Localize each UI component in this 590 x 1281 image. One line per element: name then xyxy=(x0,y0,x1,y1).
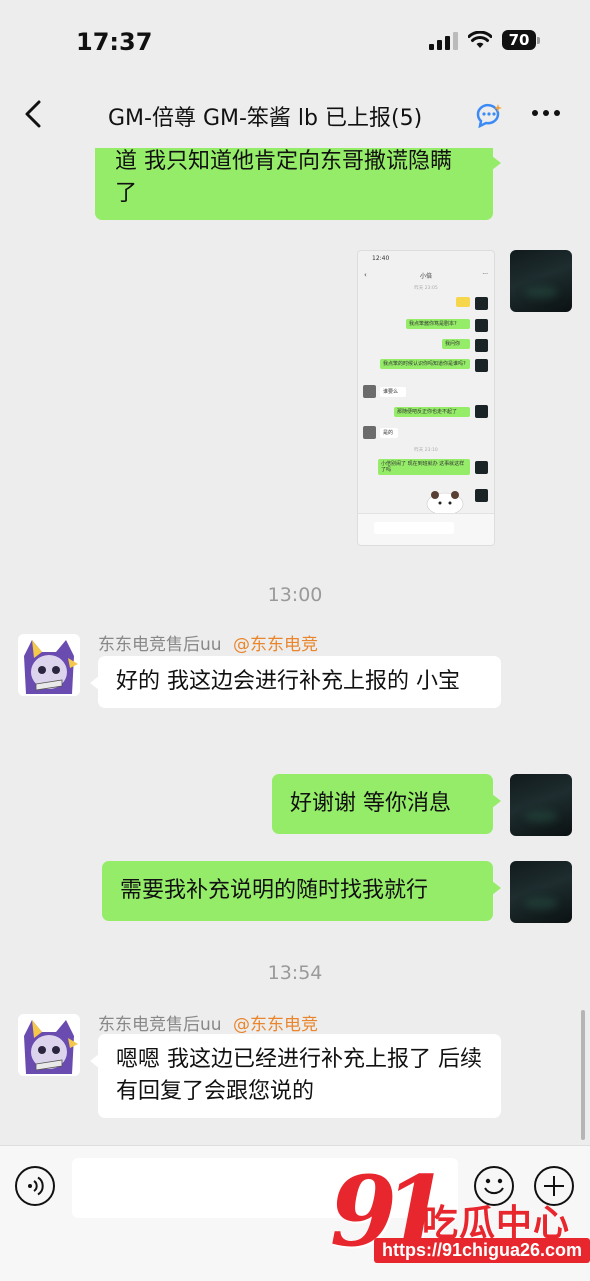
scrollbar[interactable] xyxy=(581,1010,585,1140)
more-options-icon[interactable] xyxy=(532,110,560,116)
message-timestamp: 13:00 xyxy=(267,584,323,606)
shot-bubble: 我点笨酱你笃是剧本? xyxy=(406,319,470,329)
watermark: 91 吃瓜中心 https://91chigua26.com xyxy=(330,1162,590,1280)
shot-bubble: 那随便吧反正你也走不起了 xyxy=(394,407,470,417)
message-text: 嗯嗯 我这边已经进行补充上报了 后续有回复了会跟您说的 xyxy=(116,1047,482,1104)
message-text: 道 我只知道他肯定向东哥撒谎隐瞒了 xyxy=(115,149,452,206)
shot-clock: 12:40 xyxy=(372,255,390,262)
message-bubble-incoming[interactable]: 嗯嗯 我这边已经进行补充上报了 后续有回复了会跟您说的 xyxy=(90,1034,501,1118)
watermark-url: https://91chigua26.com xyxy=(374,1238,590,1263)
shot-bubble: 我点笨的时候认识你吗知道你是谁吗? xyxy=(380,359,470,369)
voice-icon xyxy=(28,1176,44,1196)
my-avatar[interactable] xyxy=(510,774,572,836)
shot-bubble: 是的 xyxy=(380,428,398,438)
battery-icon: 70 xyxy=(502,30,540,50)
message-bubble-outgoing[interactable]: 好谢谢 等你消息 xyxy=(272,774,501,834)
chat-header: GM-倍尊 GM-笨酱 lb 已上报(5) xyxy=(0,80,590,148)
message-bubble-outgoing[interactable]: 道 我只知道他肯定向东哥撒谎隐瞒了 xyxy=(95,148,501,220)
shot-bubble: 小倍别闹了 现在到班就办 这事就这样了吗 xyxy=(378,459,470,475)
message-text: 好谢谢 等你消息 xyxy=(290,791,451,816)
clock: 17:37 xyxy=(76,28,153,56)
voice-input-button[interactable] xyxy=(15,1166,55,1206)
my-avatar[interactable] xyxy=(510,250,572,312)
message-bubble-incoming[interactable]: 好的 我这边会进行补充上报的 小宝 xyxy=(90,656,501,708)
message-timestamp: 13:54 xyxy=(267,962,323,984)
sender-info: 东东电竞售后uu @东东电竞 xyxy=(98,630,318,655)
chat-title: GM-倍尊 GM-笨酱 lb 已上报(5) xyxy=(108,106,423,131)
sender-name: 东东电竞售后uu xyxy=(98,635,222,655)
sender-tag[interactable]: @东东电竞 xyxy=(233,635,318,655)
message-text: 需要我补充说明的随时找我就行 xyxy=(120,878,429,903)
shot-bubble: 我问你 xyxy=(442,339,470,349)
image-message[interactable]: 12:40 ‹ 小倍 ··· 昨天 23:05 我点笨酱你笃是剧本? 我问你 我… xyxy=(357,250,495,546)
chat-messages[interactable]: 道 我只知道他肯定向东哥撒谎隐瞒了 12:40 ‹ 小倍 ··· 昨天 23:0… xyxy=(0,148,590,1145)
cellular-signal-icon xyxy=(429,30,458,50)
battery-level: 70 xyxy=(502,30,536,50)
status-icons: 70 xyxy=(429,30,540,50)
shot-emoji xyxy=(456,297,470,307)
shot-input-bar xyxy=(358,513,494,545)
wifi-icon xyxy=(468,31,492,48)
contact-avatar[interactable] xyxy=(18,634,80,696)
sender-tag[interactable]: @东东电竞 xyxy=(233,1015,318,1035)
shot-timestamp: 昨天 23:10 xyxy=(414,448,438,453)
sender-info: 东东电竞售后uu @东东电竞 xyxy=(98,1010,318,1035)
shot-timestamp: 昨天 23:05 xyxy=(414,286,438,291)
cat-hood-avatar-icon xyxy=(18,1014,80,1076)
cat-hood-avatar-icon xyxy=(18,634,80,696)
shot-title: 小倍 xyxy=(419,273,432,280)
ai-chat-icon[interactable] xyxy=(474,102,504,128)
message-text: 好的 我这边会进行补充上报的 小宝 xyxy=(116,669,460,694)
sender-name: 东东电竞售后uu xyxy=(98,1015,222,1035)
status-bar: 17:37 70 xyxy=(0,0,590,80)
message-bubble-outgoing[interactable]: 需要我补充说明的随时找我就行 xyxy=(102,861,501,921)
contact-avatar[interactable] xyxy=(18,1014,80,1076)
shot-more-icon: ··· xyxy=(482,271,488,278)
shot-sticker xyxy=(426,491,464,513)
back-arrow-icon[interactable] xyxy=(20,98,48,130)
shot-bubble: 谁要么 xyxy=(380,387,406,397)
my-avatar[interactable] xyxy=(510,861,572,923)
